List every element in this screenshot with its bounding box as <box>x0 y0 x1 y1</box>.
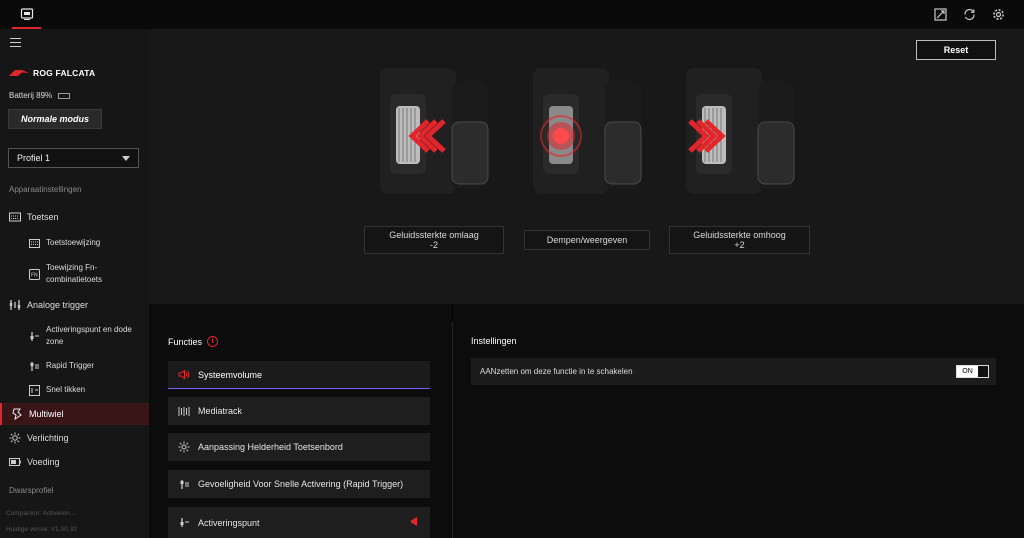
function-system-volume[interactable]: Systeemvolume <box>168 361 430 389</box>
battery-icon <box>58 92 71 99</box>
lighting-icon <box>9 432 21 444</box>
device-name: ROG FALCATA <box>33 68 96 78</box>
action-label-line1: Geluidssterkte omhoog <box>693 230 786 240</box>
media-track-icon <box>178 405 190 417</box>
function-label: Systeemvolume <box>198 369 263 380</box>
sidebar-item-power[interactable]: Voeding <box>0 452 149 472</box>
action-label-line1: Dempen/weergeven <box>546 235 628 245</box>
function-label: Gevoeligheid Voor Snelle Activering (Rap… <box>198 479 404 489</box>
power-icon <box>9 456 21 468</box>
sidebar-item-label: Toewijzing Fn-combinatietoets <box>46 263 103 284</box>
sidebar-item-label: Verlichting <box>27 433 69 443</box>
sidebar-item-label: Activeringspunt en dode zone <box>46 325 132 346</box>
action-mute[interactable]: Dempen/weergeven <box>524 230 650 250</box>
rapid-trigger-icon <box>178 478 190 490</box>
info-icon[interactable]: i <box>207 336 219 347</box>
device-brand: ROG FALCATA <box>9 68 95 78</box>
function-label: Mediatrack <box>198 406 243 416</box>
multi-wheel-icon <box>11 408 23 420</box>
keymap-icon <box>28 237 40 249</box>
enable-function-row: AANzetten om deze functie in te schakele… <box>471 358 996 385</box>
rapid-trigger-icon <box>28 360 40 372</box>
battery-status: Batterij 89% <box>9 91 71 100</box>
action-label-line1: Geluidssterkte omlaag <box>389 230 479 240</box>
device-icon <box>20 7 33 20</box>
functions-heading: Functies i <box>168 336 219 347</box>
section-cross-profile: Dwarsprofiel <box>9 486 54 495</box>
sidebar-item-rapid-trigger[interactable]: Rapid Trigger <box>0 359 149 373</box>
version-label: Huidige versie: V1.00.32 <box>6 526 77 533</box>
speaker-indicator-icon <box>410 516 418 529</box>
analog-trigger-icon <box>9 299 21 311</box>
settings-gear-icon[interactable] <box>991 7 1005 21</box>
action-volume-up[interactable]: Geluidssterkte omhoog +2 <box>669 226 810 254</box>
actuation-icon <box>28 330 40 342</box>
sidebar-item-label: Analoge trigger <box>27 300 89 310</box>
snap-tap-icon <box>28 384 40 396</box>
sidebar-item-multi-wheel[interactable]: Multiwiel <box>0 403 149 425</box>
toggle-on-label: ON <box>957 366 978 377</box>
function-label: Aanpassing Helderheid Toetsenbord <box>198 442 343 452</box>
sidebar-item-label: Voeding <box>27 457 60 467</box>
companion-status: Companion: Activeren... <box>6 510 76 517</box>
enable-function-toggle[interactable]: ON <box>956 365 989 378</box>
sidebar-item-snap-tap[interactable]: Snel tikken <box>0 383 149 397</box>
function-keyboard-brightness[interactable]: Aanpassing Helderheid Toetsenbord <box>168 433 430 461</box>
functions-title: Functies <box>168 336 203 347</box>
chevron-down-icon <box>122 156 130 161</box>
top-bar <box>0 0 1024 29</box>
settings-title: Instellingen <box>471 336 517 346</box>
toggle-off-area <box>978 366 988 377</box>
device-tab[interactable] <box>12 0 41 29</box>
sync-icon[interactable] <box>962 7 976 21</box>
menu-icon[interactable] <box>10 38 21 48</box>
enable-function-label: AANzetten om deze functie in te schakele… <box>480 367 633 376</box>
sidebar-item-analog-trigger[interactable]: Analoge trigger <box>0 295 149 315</box>
sidebar-item-label: Toetstoewijzing <box>46 238 101 247</box>
section-device-settings: Apparaatinstellingen <box>9 185 82 194</box>
action-label-line2: -2 <box>429 240 438 250</box>
rog-logo-icon <box>9 70 29 76</box>
brightness-icon <box>178 441 190 453</box>
action-label-line2: +2 <box>734 240 745 250</box>
svg-text:FN: FN <box>31 272 38 278</box>
action-volume-down[interactable]: Geluidssterkte omlaag -2 <box>364 226 504 254</box>
functions-panel: Functies i Systeemvolume Mediatrack Aanp… <box>149 304 452 538</box>
function-label: Activeringspunt <box>198 517 260 528</box>
actuation-icon <box>178 517 190 529</box>
sidebar-item-label: Multiwiel <box>29 409 64 419</box>
screenshot-icon[interactable] <box>933 7 947 21</box>
sidebar-item-label: Toetsen <box>27 212 59 222</box>
mode-button[interactable]: Normale modus <box>8 109 102 129</box>
multi-wheel-visual: Reset Geluidssterkte omlaag -2 Dempen/we… <box>149 29 1024 304</box>
fn-key-icon: FN <box>28 268 40 280</box>
speaker-icon <box>178 369 190 381</box>
keyboard-icon <box>9 211 21 223</box>
sidebar-item-label: Snel tikken <box>46 385 86 394</box>
function-actuation-point[interactable]: Activeringspunt <box>168 507 430 538</box>
sidebar-item-actuation[interactable]: Activeringspunt en dode zone <box>0 323 149 349</box>
sidebar-item-keys[interactable]: Toetsen <box>0 207 149 227</box>
sidebar-item-label: Rapid Trigger <box>46 361 95 370</box>
mute-illustration <box>533 68 642 194</box>
sidebar-item-keymap[interactable]: Toetstoewijzing <box>0 236 149 250</box>
volume-down-illustration <box>380 68 489 194</box>
function-media-track[interactable]: Mediatrack <box>168 397 430 425</box>
function-rapid-trigger-sensitivity[interactable]: Gevoeligheid Voor Snelle Activering (Rap… <box>168 470 430 498</box>
profile-select-value: Profiel 1 <box>17 153 51 163</box>
sidebar-item-fn-combo[interactable]: FN Toewijzing Fn-combinatietoets <box>0 261 149 287</box>
profile-select[interactable]: Profiel 1 <box>8 148 139 168</box>
battery-label: Batterij 89% <box>9 91 53 100</box>
sidebar: ROG FALCATA Batterij 89% Normale modus P… <box>0 29 149 538</box>
volume-up-illustration <box>686 68 795 194</box>
sidebar-item-lighting[interactable]: Verlichting <box>0 428 149 448</box>
settings-panel: Instellingen AANzetten om deze functie i… <box>453 304 1024 538</box>
reset-button[interactable]: Reset <box>916 40 996 60</box>
